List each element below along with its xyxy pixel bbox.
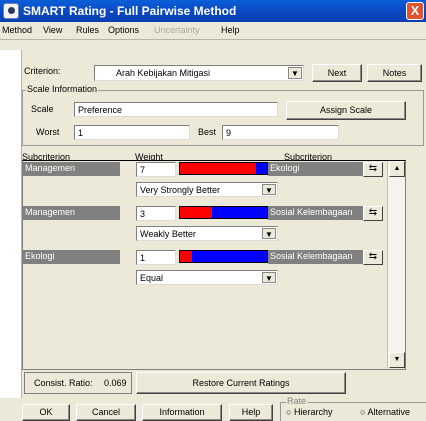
- row1-verbal-value: Very Strongly Better: [140, 185, 221, 195]
- worst-label: Worst: [36, 127, 60, 137]
- close-button[interactable]: X: [406, 2, 424, 20]
- scroll-up-icon[interactable]: ▲: [389, 161, 405, 177]
- radio-alternative[interactable]: ○ Alternative: [360, 407, 410, 417]
- left-pane: [0, 40, 22, 398]
- dropdown-arrow-icon: ▼: [262, 272, 276, 283]
- row2-verbal-value: Weakly Better: [140, 229, 196, 239]
- row3-weight-bar-fill: [180, 251, 192, 262]
- scale-field[interactable]: Preference: [74, 102, 278, 117]
- menu-help[interactable]: Help: [221, 25, 240, 35]
- radio-hierarchy[interactable]: ○ Hierarchy: [286, 407, 332, 417]
- dropdown-arrow-icon: ▼: [288, 67, 302, 79]
- bottom-bar: OK Cancel Information Help Rate ○ Hierar…: [0, 396, 426, 421]
- cancel-button[interactable]: Cancel: [76, 404, 136, 421]
- criterion-select[interactable]: Arah Kebijakan Mitigasi ▼: [94, 65, 304, 81]
- menu-method[interactable]: Method: [2, 25, 32, 35]
- menu-rules[interactable]: Rules: [76, 25, 99, 35]
- row3-verbal-select[interactable]: Equal ▼: [136, 270, 278, 285]
- row2-left-subcriterion: Managemen: [23, 206, 120, 220]
- grid-scrollbar[interactable]: ▲ ▼: [387, 161, 405, 368]
- row1-weight-bar: [179, 162, 277, 175]
- row1-verbal-select[interactable]: Very Strongly Better ▼: [136, 182, 278, 197]
- menu-options[interactable]: Options: [108, 25, 139, 35]
- criterion-label: Criterion:: [24, 66, 61, 76]
- row3-verbal-value: Equal: [140, 273, 164, 283]
- swap-icon[interactable]: ⇆: [363, 250, 383, 265]
- best-field[interactable]: 9: [222, 125, 339, 140]
- help-button[interactable]: Help: [229, 404, 273, 421]
- row3-weight-input[interactable]: 1: [136, 250, 176, 265]
- dropdown-arrow-icon: ▼: [262, 184, 276, 195]
- menu-uncertainty: Uncertainty: [154, 25, 200, 35]
- swap-icon[interactable]: ⇆: [363, 162, 383, 177]
- consist-ratio-label: Consist. Ratio:: [34, 378, 93, 388]
- row1-left-subcriterion: Managemen: [23, 162, 120, 176]
- information-button[interactable]: Information: [142, 404, 222, 421]
- next-button[interactable]: Next: [312, 64, 362, 82]
- menu-bar: Method View Rules Options Uncertainty He…: [0, 22, 426, 40]
- rate-label: Rate: [286, 396, 308, 406]
- row3-left-subcriterion: Ekologi: [23, 250, 120, 264]
- rating-panel: Criterion: Arah Kebijakan Mitigasi ▼ Nex…: [22, 50, 426, 398]
- title-bar: SMART Rating - Full Pairwise Method X: [0, 0, 426, 22]
- scale-label: Scale: [31, 104, 54, 114]
- row1-weight-bar-fill: [180, 163, 256, 174]
- row2-weight-bar: [179, 206, 277, 219]
- scale-info-label: Scale Information: [26, 84, 99, 94]
- notes-button[interactable]: Notes: [367, 64, 422, 82]
- menu-view[interactable]: View: [43, 25, 62, 35]
- scroll-down-icon[interactable]: ▼: [389, 352, 405, 368]
- consist-ratio-value: 0.069: [104, 378, 127, 388]
- row2-verbal-select[interactable]: Weakly Better ▼: [136, 226, 278, 241]
- window-title: SMART Rating - Full Pairwise Method: [23, 4, 237, 18]
- row1-weight-input[interactable]: 7: [136, 162, 176, 177]
- row2-weight-bar-fill: [180, 207, 212, 218]
- row3-weight-bar: [179, 250, 277, 263]
- app-icon: [3, 3, 19, 19]
- restore-ratings-button[interactable]: Restore Current Ratings: [136, 372, 346, 394]
- top-spacer: [0, 40, 426, 50]
- best-label: Best: [198, 127, 217, 137]
- row2-weight-input[interactable]: 3: [136, 206, 176, 221]
- dropdown-arrow-icon: ▼: [262, 228, 276, 239]
- assign-scale-button[interactable]: Assign Scale: [286, 101, 406, 120]
- pairwise-grid: Managemen 7 Ekologi ⇆ Very Strongly Bett…: [22, 160, 406, 370]
- worst-field[interactable]: 1: [74, 125, 190, 140]
- criterion-value: Arah Kebijakan Mitigasi: [116, 68, 211, 78]
- ok-button[interactable]: OK: [22, 404, 70, 421]
- swap-icon[interactable]: ⇆: [363, 206, 383, 221]
